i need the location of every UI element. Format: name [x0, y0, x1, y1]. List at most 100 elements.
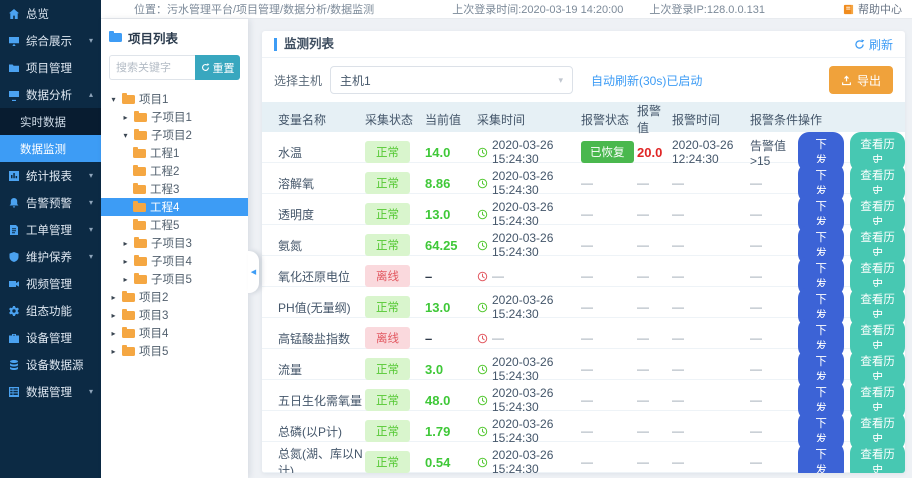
alarm-condition: — [750, 238, 798, 252]
tree-item[interactable]: 工程4 [101, 198, 248, 216]
collect-status-badge: 正常 [365, 141, 410, 163]
sidebar-item[interactable]: 告警预警 ▾ [0, 189, 101, 216]
alarm-condition: 告警值>15 [750, 137, 798, 168]
collect-time: 2020-03-26 15:24:30 [477, 355, 581, 383]
shield-icon [8, 251, 20, 263]
folder-icon [133, 149, 146, 158]
tree-item[interactable]: ▸ 项目3 [101, 306, 248, 324]
collect-time: 2020-03-26 15:24:30 [477, 448, 581, 473]
tree-item[interactable]: ▾ 子项目2 [101, 126, 248, 144]
sidebar-subitem[interactable]: 实时数据 [0, 108, 101, 135]
export-button[interactable]: 导出 [829, 66, 893, 94]
chevron-icon: ▾ [89, 225, 93, 234]
sidebar-item[interactable]: 设备数据源 [0, 351, 101, 378]
tree-item[interactable]: ▸ 项目5 [101, 342, 248, 360]
alarm-status: — [581, 300, 637, 314]
clock-icon [477, 271, 488, 282]
send-button[interactable]: 下发 [798, 442, 844, 473]
sidebar-item[interactable]: 组态功能 [0, 297, 101, 324]
chevron-left-icon: ◀ [251, 268, 256, 276]
export-button-label: 导出 [857, 72, 881, 89]
alarm-time: — [672, 269, 750, 283]
variable-name: 透明度 [278, 206, 365, 223]
folder-icon [122, 95, 135, 104]
host-select-value: 主机1 [340, 72, 371, 89]
tree-item[interactable]: ▸ 子项目3 [101, 234, 248, 252]
home-icon [8, 8, 20, 20]
toolbar: 选择主机 主机1 ▾ 自动刷新(30s)已启动 导出 [262, 58, 905, 102]
host-select-label: 选择主机 [274, 72, 322, 89]
sidebar-item[interactable]: 项目管理 [0, 54, 101, 81]
reset-button[interactable]: 重置 [195, 55, 240, 80]
variable-name: 总磷(以P计) [278, 423, 365, 440]
refresh-link[interactable]: 刷新 [854, 36, 893, 53]
alarm-value: — [637, 269, 672, 283]
sidebar-item[interactable]: 视频管理 [0, 270, 101, 297]
tree-item[interactable]: ▸ 子项目5 [101, 270, 248, 288]
monitor-list-title: 监测列表 [274, 38, 334, 51]
tree-item[interactable]: ▸ 子项目4 [101, 252, 248, 270]
sidebar-item[interactable]: 总览 [0, 0, 101, 27]
display-icon [8, 35, 20, 47]
chevron-icon: ▾ [89, 387, 93, 396]
help-center-link[interactable]: 帮助中心 [843, 1, 902, 17]
sidebar: 总览 综合展示 ▾ 项目管理 数据分析 ▴ 实时数据 数据监测 统计报表 ▾ 告… [0, 0, 101, 478]
sidebar-item[interactable]: 维护保养 ▾ [0, 243, 101, 270]
chevron-icon: ▾ [89, 36, 93, 45]
folder-icon [122, 293, 135, 302]
sidebar-item[interactable]: 数据分析 ▴ [0, 81, 101, 108]
sidebar-item[interactable]: 工单管理 ▾ [0, 216, 101, 243]
variable-name: 五日生化需氧量 [278, 392, 365, 409]
tree-item[interactable]: ▸ 子项目1 [101, 108, 248, 126]
data-icon [8, 386, 20, 398]
column-header: 采集状态 [365, 111, 425, 128]
tree-item[interactable]: ▸ 项目2 [101, 288, 248, 306]
alarm-condition: — [750, 269, 798, 283]
collect-time: 2020-03-26 15:24:30 [477, 138, 581, 166]
search-input[interactable] [109, 55, 195, 80]
collect-status-badge: 正常 [365, 172, 410, 194]
monitor-card: 监测列表 刷新 选择主机 主机1 ▾ 自动刷新(30s)已启动 [262, 31, 905, 473]
collect-status-badge: 离线 [365, 327, 410, 349]
host-select[interactable]: 主机1 ▾ [330, 66, 573, 94]
collect-status-badge: 正常 [365, 420, 410, 442]
sidebar-item[interactable]: 统计报表 ▾ [0, 162, 101, 189]
current-value: 13.0 [425, 300, 477, 315]
folder-icon [133, 203, 146, 212]
tree-item[interactable]: ▾ 项目1 [101, 90, 248, 108]
alarm-time: — [672, 331, 750, 345]
view-history-button[interactable]: 查看历史 [850, 442, 905, 473]
export-icon [841, 75, 852, 86]
collect-time: — [477, 331, 581, 345]
variable-name: 高锰酸盐指数 [278, 330, 365, 347]
alarm-value: — [637, 393, 672, 407]
sidebar-subitem[interactable]: 数据监测 [0, 135, 101, 162]
table-row: 氨氮 正常 64.25 2020-03-26 15:24:30 — — — — … [262, 225, 905, 256]
folder-icon [134, 131, 147, 140]
topbar: 位置：污水管理平台/项目管理/数据分析/数据监测 上次登录时间:2020-03-… [101, 0, 912, 19]
collect-status-badge: 正常 [365, 203, 410, 225]
collect-time: 2020-03-26 15:24:30 [477, 293, 581, 321]
login-info: 上次登录时间:2020-03-19 14:20:00 上次登录IP:128.0.… [374, 1, 843, 17]
collect-status-badge: 正常 [365, 234, 410, 256]
tree-caret-icon: ▸ [121, 239, 130, 248]
tree-item[interactable]: 工程5 [101, 216, 248, 234]
tree-item[interactable]: ▸ 项目4 [101, 324, 248, 342]
alarm-status-badge: 已恢复 [581, 141, 634, 163]
alarm-status: — [581, 424, 637, 438]
collapse-panel-handle[interactable]: ◀ [248, 251, 259, 293]
alarm-time: — [672, 238, 750, 252]
folder-icon [133, 167, 146, 176]
sidebar-item[interactable]: 设备管理 [0, 324, 101, 351]
tree-item[interactable]: 工程2 [101, 162, 248, 180]
tree-caret-icon: ▸ [121, 275, 130, 284]
main-area: 监测列表 刷新 选择主机 主机1 ▾ 自动刷新(30s)已启动 [248, 19, 912, 478]
alarm-status: — [581, 207, 637, 221]
tree-item[interactable]: 工程3 [101, 180, 248, 198]
clock-icon [477, 209, 488, 220]
table-row: 总氮(湖、库以N计) 正常 0.54 2020-03-26 15:24:30 —… [262, 442, 905, 473]
sidebar-item[interactable]: 综合展示 ▾ [0, 27, 101, 54]
tree-item[interactable]: 工程1 [101, 144, 248, 162]
collect-time: — [477, 269, 581, 283]
sidebar-item[interactable]: 数据管理 ▾ [0, 378, 101, 405]
